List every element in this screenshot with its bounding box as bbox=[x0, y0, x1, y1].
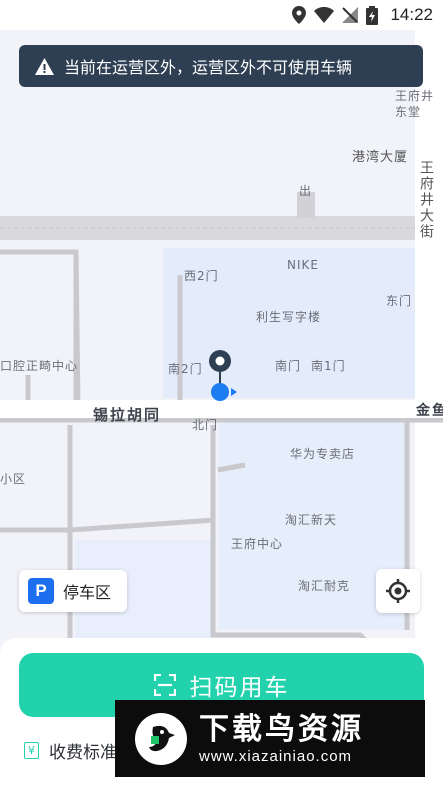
locate-button[interactable] bbox=[376, 569, 420, 613]
map-label-xila-hutong: 锡拉胡同 bbox=[93, 406, 162, 424]
map-label-gangwan: 港湾大厦 bbox=[352, 150, 409, 165]
current-location-pin-icon bbox=[209, 350, 237, 401]
fee-standard-link[interactable]: ¥ 收费标准 bbox=[24, 738, 117, 763]
location-icon bbox=[292, 6, 307, 24]
parking-icon: P bbox=[28, 578, 54, 604]
map-label-taohui-naike: 淘汇耐克 bbox=[298, 579, 351, 593]
crosshair-icon bbox=[386, 579, 410, 603]
map-label-taohui-xintian: 淘汇新天 bbox=[285, 513, 338, 527]
warning-icon bbox=[35, 57, 54, 75]
bird-logo-icon bbox=[135, 712, 187, 765]
out-of-area-warning: 当前在运营区外，运营区外不可使用车辆 bbox=[19, 45, 423, 87]
clock: 14:22 bbox=[390, 5, 433, 24]
fee-standard-label: 收费标准 bbox=[49, 743, 117, 763]
map-label-lisheng: 利生写字楼 bbox=[256, 310, 322, 324]
watermark-url: www.xiazainiao.com bbox=[199, 748, 353, 765]
warning-text: 当前在运营区外，运营区外不可使用车辆 bbox=[64, 58, 353, 77]
map-label-huawei: 华为专卖店 bbox=[290, 447, 356, 461]
map-label-jinyu: 金鱼 bbox=[416, 403, 443, 419]
battery-icon bbox=[366, 5, 379, 25]
map-label-wangfujing-street: 王府井大街 bbox=[418, 160, 434, 240]
status-bar: 14:22 bbox=[0, 0, 443, 30]
watermark-overlay: 下载鸟资源 www.xiazainiao.com bbox=[115, 700, 425, 777]
map-label-exit: 出 bbox=[299, 184, 313, 198]
map-roads bbox=[0, 30, 443, 650]
map-label-nike: NIKE bbox=[287, 258, 319, 272]
no-signal-icon bbox=[342, 7, 359, 23]
map-label-south-gate: 南门 bbox=[275, 359, 302, 373]
parking-area-button[interactable]: P 停车区 bbox=[19, 570, 127, 612]
map-label-east-gate: 东门 bbox=[386, 294, 413, 308]
map-label-xiaoqu: 小区 bbox=[0, 472, 27, 486]
scan-icon bbox=[153, 674, 176, 696]
scan-to-ride-label: 扫码用车 bbox=[189, 675, 290, 701]
parking-area-label: 停车区 bbox=[63, 583, 112, 602]
map-label-north-gate: 北门 bbox=[192, 418, 219, 432]
map-label-wangfu-center: 王府中心 bbox=[231, 537, 284, 551]
fee-icon: ¥ bbox=[24, 742, 39, 759]
wifi-icon bbox=[314, 7, 335, 23]
map-label-south1-gate: 南1门 bbox=[311, 359, 346, 373]
map-label-south2-gate: 南2门 bbox=[168, 362, 203, 376]
map-view[interactable]: 王府井 东堂 港湾大厦 出 王府井大街 西2门 NIKE 东门 利生写字楼 口腔… bbox=[0, 30, 443, 650]
map-label-orthodontic: 口腔正畸中心 bbox=[0, 359, 79, 373]
map-label-wangfujing-dongtang: 王府井 东堂 bbox=[395, 89, 435, 119]
map-label-west-gate: 西2门 bbox=[184, 269, 219, 283]
watermark-title: 下载鸟资源 bbox=[199, 712, 364, 747]
